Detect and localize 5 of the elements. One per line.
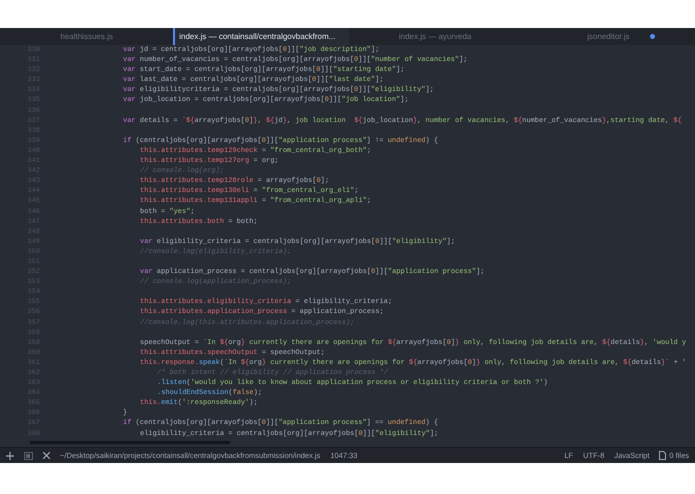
close-icon[interactable] <box>43 452 50 459</box>
plus-icon[interactable] <box>6 452 14 460</box>
file-tab[interactable]: index.js — containsall/centralgovbackfrom... <box>173 28 348 45</box>
panel-icon[interactable] <box>24 452 33 460</box>
file-icon <box>659 451 666 460</box>
